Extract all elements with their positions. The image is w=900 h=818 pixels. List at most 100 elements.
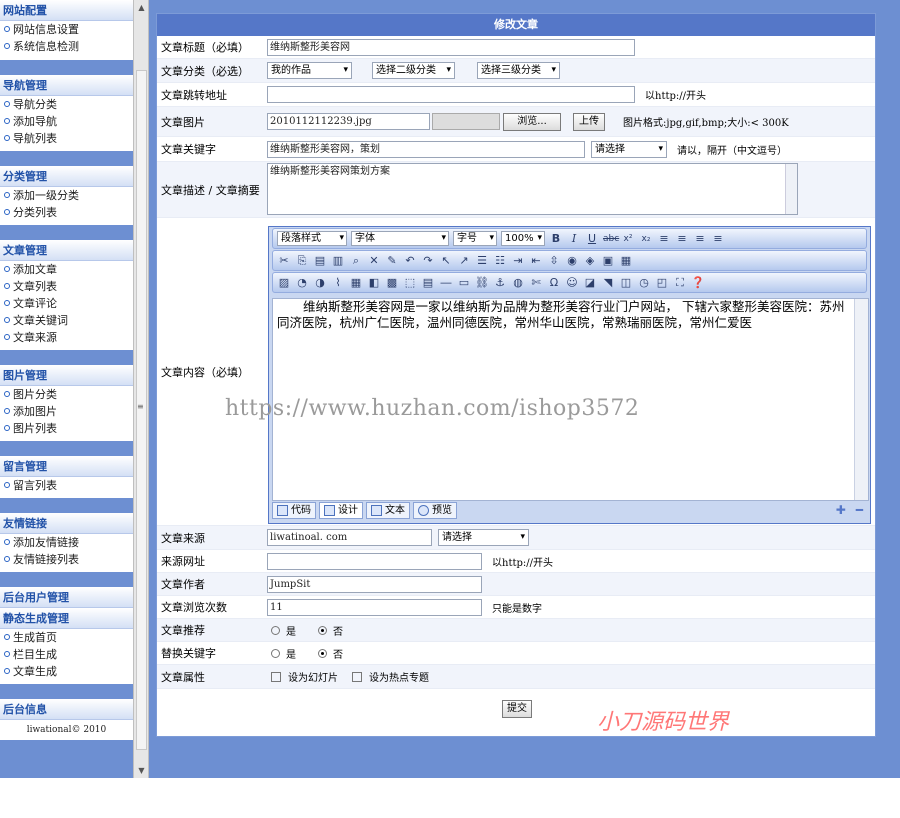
- cut-icon[interactable]: ✂: [277, 254, 291, 268]
- menu-group-title[interactable]: 图片管理: [0, 365, 133, 386]
- page-break-icon[interactable]: ◰: [655, 276, 669, 290]
- menu-group-title[interactable]: 后台用户管理: [0, 587, 133, 608]
- author-input[interactable]: JumpSit: [267, 575, 482, 593]
- menu-item-article-keywords[interactable]: 文章关键词: [0, 312, 133, 329]
- art-text-icon[interactable]: ◪: [583, 276, 597, 290]
- outdent-icon[interactable]: ⇤: [529, 254, 543, 268]
- date-icon[interactable]: ◫: [619, 276, 633, 290]
- subscript-icon[interactable]: x₂: [639, 232, 653, 246]
- table-icon[interactable]: ▦: [349, 276, 363, 290]
- strikethrough-icon[interactable]: abc: [603, 232, 619, 246]
- font-size-select[interactable]: 字号: [453, 231, 497, 246]
- flash-icon[interactable]: ◔: [295, 276, 309, 290]
- menu-group-title[interactable]: 导航管理: [0, 75, 133, 96]
- keywords-input[interactable]: 维纳斯整形美容网，策划: [267, 140, 585, 158]
- undo-icon[interactable]: ↶: [403, 254, 417, 268]
- menu-item-nav-list[interactable]: 导航列表: [0, 130, 133, 147]
- zoom-select[interactable]: 100%: [501, 231, 545, 246]
- menu-item-add-link[interactable]: 添加友情链接: [0, 534, 133, 551]
- category-2-select[interactable]: 选择二级分类: [372, 62, 455, 79]
- menu-item-nav-category[interactable]: 导航分类: [0, 96, 133, 113]
- menu-item-link-list[interactable]: 友情链接列表: [0, 551, 133, 568]
- paste-text-icon[interactable]: ▥: [331, 254, 345, 268]
- special-char-icon[interactable]: Ω: [547, 276, 561, 290]
- submit-button[interactable]: 提交: [502, 700, 532, 718]
- align-right-icon[interactable]: ≡: [693, 232, 707, 246]
- superscript-icon[interactable]: x²: [621, 232, 635, 246]
- time-icon[interactable]: ◷: [637, 276, 651, 290]
- underline-icon[interactable]: U: [585, 232, 599, 246]
- menu-item-gen-article[interactable]: 文章生成: [0, 663, 133, 680]
- redirect-input[interactable]: [267, 86, 635, 103]
- insert-image-icon[interactable]: ▨: [277, 276, 291, 290]
- grip-icon[interactable]: ≡: [137, 402, 144, 411]
- shrink-editor-icon[interactable]: ━: [856, 503, 863, 517]
- align-justify-icon[interactable]: ≡: [711, 232, 725, 246]
- mode-code-button[interactable]: 代码: [272, 501, 316, 519]
- menu-group-title[interactable]: 静态生成管理: [0, 608, 133, 629]
- layer-icon[interactable]: ◧: [367, 276, 381, 290]
- anchor-icon[interactable]: ⚓: [493, 276, 507, 290]
- menu-group-title[interactable]: 网站配置: [0, 0, 133, 21]
- menu-item-add-image[interactable]: 添加图片: [0, 403, 133, 420]
- menu-group-title[interactable]: 后台信息: [0, 699, 133, 720]
- mode-text-button[interactable]: 文本: [366, 501, 410, 519]
- unlink-icon[interactable]: ✄: [529, 276, 543, 290]
- menu-group-title[interactable]: 友情链接: [0, 513, 133, 534]
- menu-item-image-list[interactable]: 图片列表: [0, 420, 133, 437]
- unordered-list-icon[interactable]: ☷: [493, 254, 507, 268]
- select-icon[interactable]: ↖: [439, 254, 453, 268]
- align-left-icon[interactable]: ≡: [657, 232, 671, 246]
- replace-yes-radio[interactable]: [271, 648, 280, 658]
- category-1-select[interactable]: 我的作品: [267, 62, 352, 79]
- line-spacing-icon[interactable]: ⇳: [547, 254, 561, 268]
- horizontal-rule-icon[interactable]: ―: [439, 276, 453, 290]
- description-textarea[interactable]: 维纳斯整形美容网策划方案: [267, 163, 798, 215]
- emoticon-icon[interactable]: ☺: [565, 276, 579, 290]
- indent-icon[interactable]: ⇥: [511, 254, 525, 268]
- copy-icon[interactable]: ⎘: [295, 254, 309, 268]
- topic-checkbox[interactable]: [352, 671, 362, 682]
- menu-item-add-nav[interactable]: 添加导航: [0, 113, 133, 130]
- scroll-down-icon[interactable]: ▼: [137, 766, 146, 775]
- marquee-icon[interactable]: ▭: [457, 276, 471, 290]
- fullscreen-icon[interactable]: ⛶: [673, 276, 687, 290]
- slide-checkbox[interactable]: [271, 671, 281, 682]
- menu-item-add-category[interactable]: 添加一级分类: [0, 187, 133, 204]
- keywords-select[interactable]: 请选择: [591, 140, 667, 158]
- symbol-icon[interactable]: ◥: [601, 276, 615, 290]
- menu-item-article-list[interactable]: 文章列表: [0, 278, 133, 295]
- browse-button[interactable]: 浏览...: [503, 112, 561, 131]
- format-brush-icon[interactable]: ✎: [385, 254, 399, 268]
- paste-icon[interactable]: ▤: [313, 254, 327, 268]
- font-select[interactable]: 字体: [351, 231, 449, 246]
- media-icon[interactable]: ▦: [619, 254, 633, 268]
- menu-item-add-article[interactable]: 添加文章: [0, 261, 133, 278]
- pointer-icon[interactable]: ↗: [457, 254, 471, 268]
- menu-group-title[interactable]: 留言管理: [0, 456, 133, 477]
- expand-editor-icon[interactable]: ✚: [836, 503, 846, 517]
- menu-item-site-info[interactable]: 网站信息设置: [0, 21, 133, 38]
- help-icon[interactable]: ❓: [691, 276, 705, 290]
- menu-item-article-comments[interactable]: 文章评论: [0, 295, 133, 312]
- category-3-select[interactable]: 选择三级分类: [477, 62, 560, 79]
- text-color-icon[interactable]: ◉: [565, 254, 579, 268]
- redo-icon[interactable]: ↷: [421, 254, 435, 268]
- source-select[interactable]: 请选择: [438, 529, 529, 546]
- title-input[interactable]: 维纳斯整形美容网: [267, 38, 635, 56]
- image-path-input[interactable]: 2010112112239.jpg: [267, 113, 430, 130]
- menu-group-title[interactable]: 分类管理: [0, 166, 133, 187]
- video-icon[interactable]: ◑: [313, 276, 327, 290]
- menu-item-image-category[interactable]: 图片分类: [0, 386, 133, 403]
- paragraph-style-select[interactable]: 段落样式: [277, 231, 347, 246]
- menu-item-category-list[interactable]: 分类列表: [0, 204, 133, 221]
- description-scrollbar[interactable]: [785, 164, 797, 214]
- map-icon[interactable]: ◍: [511, 276, 525, 290]
- grid-icon[interactable]: ▩: [385, 276, 399, 290]
- mode-preview-button[interactable]: 预览: [413, 501, 457, 519]
- image-file-field[interactable]: [432, 113, 500, 130]
- italic-icon[interactable]: I: [567, 232, 581, 246]
- menu-group-title[interactable]: 文章管理: [0, 240, 133, 261]
- scroll-up-icon[interactable]: ▲: [137, 3, 146, 12]
- menu-item-system-check[interactable]: 系统信息检测: [0, 38, 133, 55]
